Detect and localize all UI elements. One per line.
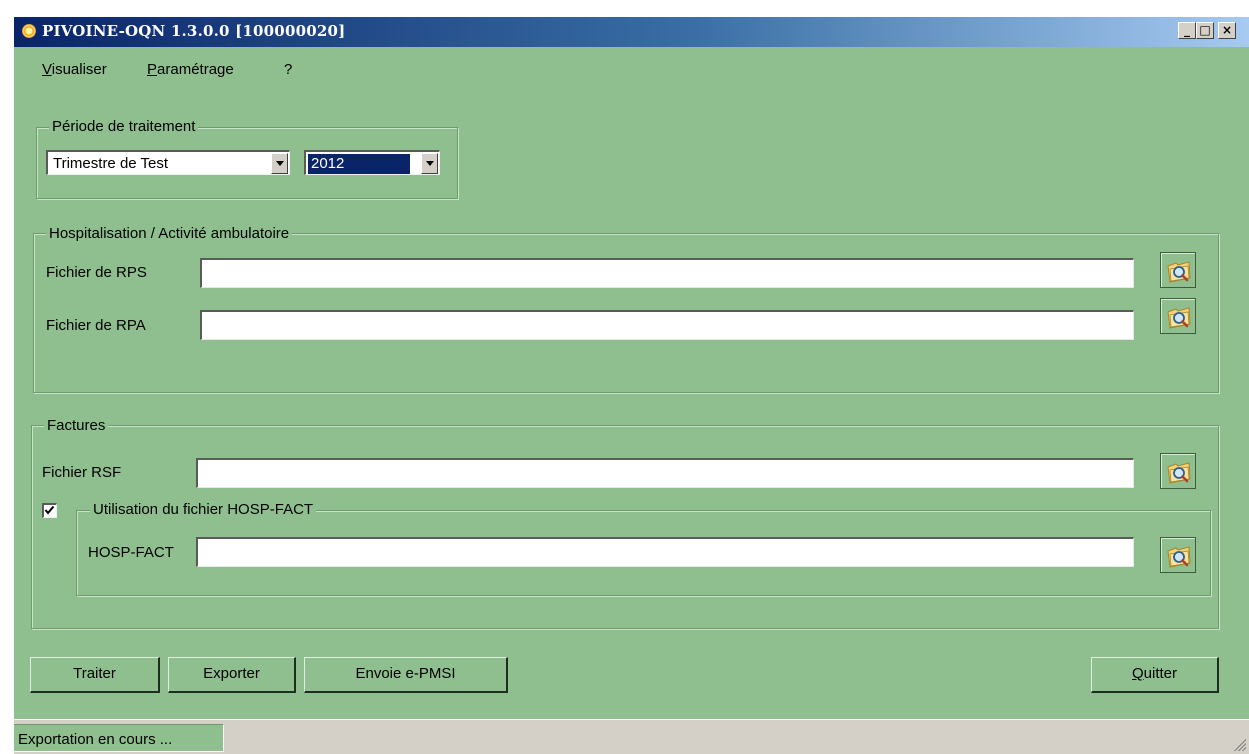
menu-visualiser[interactable]: Visualiser (42, 61, 107, 78)
rps-file-field[interactable] (200, 258, 1134, 288)
browse-hosp-fact-button[interactable] (1160, 537, 1196, 573)
main-panel: Période de traitement Trimestre de Test … (14, 87, 1249, 719)
rsf-label: Fichier RSF (42, 464, 122, 481)
envoie-epmsi-button[interactable]: Envoie e-PMSI (304, 657, 508, 693)
status-panel: Exportation en cours ... (14, 724, 224, 752)
folder-search-icon (1167, 261, 1191, 283)
browse-rps-button[interactable] (1160, 252, 1196, 288)
rpa-label: Fichier de RPA (46, 317, 146, 334)
menu-parametrage[interactable]: Paramétrage (147, 61, 234, 78)
hosp-fact-label: HOSP-FACT (88, 544, 174, 561)
folder-search-icon (1167, 462, 1191, 484)
check-icon (44, 505, 55, 515)
trimestre-select[interactable]: Trimestre de Test (46, 150, 290, 175)
hosp-fact-legend: Utilisation du fichier HOSP-FACT (90, 501, 317, 518)
chevron-down-icon[interactable] (271, 153, 288, 174)
folder-search-icon (1167, 307, 1191, 329)
hospitalisation-legend: Hospitalisation / Activité ambulatoire (46, 225, 293, 242)
chevron-down-icon[interactable] (421, 153, 438, 174)
resize-grip-icon[interactable] (1234, 739, 1246, 751)
window-title: PIVOINE-OQN 1.3.0.0 [100000020] (42, 22, 346, 40)
trimestre-value: Trimestre de Test (53, 155, 169, 172)
maximize-button[interactable]: □ (1196, 22, 1214, 39)
annee-value: 2012 (308, 154, 410, 174)
status-bar: Exportation en cours ... (14, 719, 1249, 754)
close-button[interactable]: × (1218, 22, 1236, 39)
periode-legend: Période de traitement (49, 118, 199, 135)
factures-legend: Factures (44, 417, 109, 434)
pivoine-flower-icon (22, 24, 36, 38)
rsf-file-field[interactable] (196, 458, 1134, 488)
minimize-button[interactable]: _ (1178, 22, 1196, 39)
rps-label: Fichier de RPS (46, 264, 147, 281)
menu-bar: Visualiser Paramétrage ? (14, 47, 1249, 87)
quitter-button[interactable]: Quitter (1091, 657, 1219, 693)
rpa-file-field[interactable] (200, 310, 1134, 340)
status-text: Exportation en cours ... (18, 731, 173, 748)
hosp-fact-checkbox[interactable] (42, 503, 57, 518)
annee-select[interactable]: 2012 (304, 150, 440, 175)
title-bar[interactable]: PIVOINE-OQN 1.3.0.0 [100000020] _ □ × (14, 17, 1249, 47)
exporter-button[interactable]: Exporter (168, 657, 296, 693)
browse-rsf-button[interactable] (1160, 453, 1196, 489)
hosp-fact-file-field[interactable] (196, 537, 1134, 567)
browse-rpa-button[interactable] (1160, 298, 1196, 334)
traiter-button[interactable]: Traiter (30, 657, 160, 693)
menu-help[interactable]: ? (284, 61, 292, 78)
folder-search-icon (1167, 546, 1191, 568)
